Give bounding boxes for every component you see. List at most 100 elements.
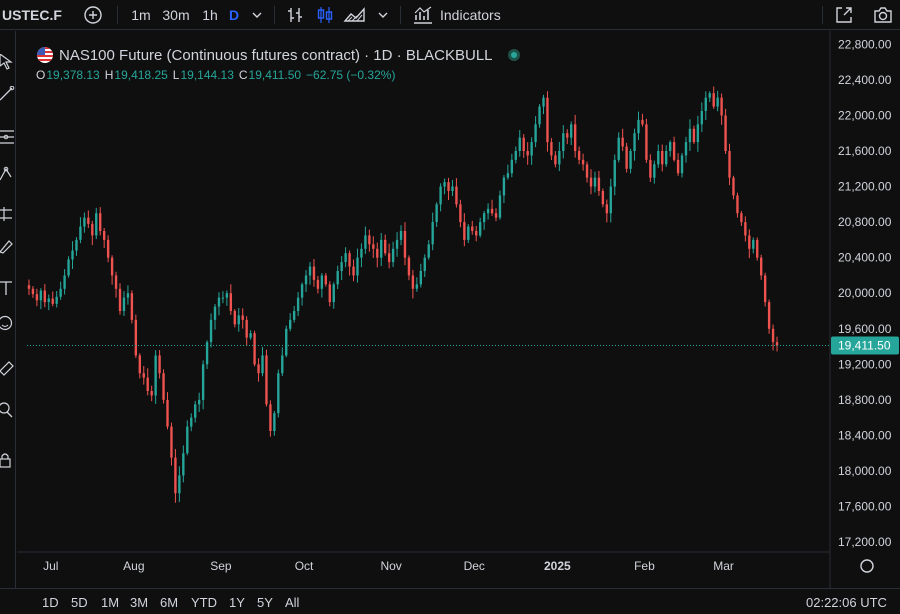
interval-30m-button[interactable]: 30m (160, 0, 192, 30)
range-6m-button[interactable]: 6M (160, 589, 178, 614)
candle-body (277, 373, 280, 414)
range-1y-button[interactable]: 1Y (229, 589, 245, 614)
open-label: O (36, 68, 46, 82)
text-tool-button[interactable] (0, 277, 16, 299)
interval-dropdown-button[interactable] (248, 0, 266, 30)
candle-body (387, 253, 391, 263)
candle-body (775, 342, 779, 346)
interval-1m-button[interactable]: 1m (128, 0, 154, 30)
candle-body (478, 222, 482, 236)
price-tick-label: 22,400.00 (838, 73, 892, 87)
lock-tool-button[interactable] (0, 449, 16, 471)
symbol-search-button[interactable]: USTEC.F (2, 0, 62, 30)
range-5d-button[interactable]: 5D (71, 589, 88, 614)
last-price-tag-label: 19,411.50 (838, 339, 891, 353)
price-tick-label: 19,200.00 (838, 357, 892, 371)
price-tick-label: 17,600.00 (838, 500, 892, 514)
candle-body (237, 315, 240, 325)
candle-body (364, 235, 367, 249)
range-5y-button[interactable]: 5Y (257, 589, 273, 614)
forecast-icon (0, 207, 12, 221)
price-tick-label: 17,200.00 (838, 535, 892, 549)
open-value: 19,378.13 (46, 68, 100, 82)
market-status-icon[interactable] (507, 48, 521, 62)
candle-body (763, 275, 767, 303)
fib-tool-button[interactable] (0, 126, 16, 148)
candle-body (585, 164, 589, 178)
candles-style-button[interactable] (313, 0, 337, 30)
candle-body (253, 333, 256, 365)
zoom-icon (0, 402, 13, 418)
candle-body (122, 297, 126, 311)
interval-d-button[interactable]: D (226, 0, 242, 30)
candle-body (118, 288, 122, 311)
candle-body (63, 275, 66, 289)
indicators-button[interactable]: Indicators (412, 0, 512, 30)
icons-tool-button[interactable] (0, 312, 16, 334)
bars-style-button[interactable] (283, 0, 307, 30)
candle-body (225, 293, 229, 298)
share-button[interactable] (832, 0, 856, 30)
candle-body (261, 355, 264, 374)
zoom-tool-button[interactable] (0, 399, 16, 421)
candle-body (154, 355, 157, 396)
time-tick-label: Oct (295, 559, 314, 573)
range-3m-button[interactable]: 3M (130, 589, 148, 614)
price-tick-label: 19,600.00 (838, 322, 892, 336)
candle-body (352, 266, 355, 276)
candle-body (609, 186, 612, 214)
candle-body (300, 284, 304, 298)
candle-body (415, 284, 419, 289)
time-tick-label: Dec (464, 559, 485, 573)
candle-body (328, 284, 331, 303)
candlestick-style-icon (317, 7, 333, 23)
cursor-tool-button[interactable] (0, 51, 16, 73)
pattern-icon (0, 166, 12, 181)
candle-body (316, 279, 320, 289)
chart-settings-button[interactable] (860, 559, 874, 573)
candle-body (744, 222, 747, 236)
candle-body (289, 319, 292, 329)
candle-body (134, 319, 138, 356)
range-1m-button[interactable]: 1M (101, 589, 119, 614)
range-ytd-button[interactable]: YTD (191, 589, 217, 614)
candle-body (463, 222, 466, 240)
time-scale[interactable]: Jul Aug Sep Oct Nov Dec 2025 Feb Mar (17, 551, 830, 573)
timezone-clock[interactable]: 02:22:06 UTC (806, 589, 887, 614)
legend-title[interactable]: NAS100 Future (Continuous futures contra… (59, 47, 493, 64)
range-1d-button[interactable]: 1D (42, 589, 59, 614)
candle-body (629, 151, 632, 169)
measure-tool-button[interactable] (0, 358, 16, 380)
price-chart[interactable]: 22,800.00 22,400.00 22,000.00 21,600.00 21,2… (17, 31, 900, 588)
candle-body (229, 293, 233, 311)
chart-legend: NAS100 Future (Continuous futures contra… (36, 44, 521, 83)
candle-body (166, 399, 169, 427)
pattern-tool-button[interactable] (0, 163, 16, 185)
range-all-button[interactable]: All (285, 589, 299, 614)
trendline-tool-button[interactable] (0, 83, 16, 105)
screenshot-button[interactable] (870, 0, 896, 30)
forecast-tool-button[interactable] (0, 203, 16, 225)
indicators-icon (414, 6, 432, 24)
gear-icon (860, 559, 874, 573)
compare-symbol-button[interactable] (80, 0, 106, 30)
candle-body (740, 213, 743, 223)
candle-body (451, 186, 454, 191)
candle-body (31, 288, 35, 295)
candle-body (593, 177, 597, 187)
candle-body (550, 142, 553, 156)
indicators-label: Indicators (440, 7, 501, 23)
chart-style-dropdown-button[interactable] (374, 0, 392, 30)
range-all-label: All (285, 594, 300, 610)
candle-body (296, 297, 300, 311)
price-scale[interactable]: 22,800.00 22,400.00 22,000.00 21,600.00 21,2… (829, 31, 892, 588)
candle-body (542, 97, 545, 107)
candle-body (106, 239, 110, 258)
candle-body (680, 155, 684, 174)
interval-1h-button[interactable]: 1h (198, 0, 222, 30)
candle-body (455, 186, 458, 205)
area-style-button[interactable] (342, 0, 368, 30)
candle-body (736, 195, 739, 214)
low-label: L (172, 68, 180, 82)
brush-tool-button[interactable] (0, 235, 16, 257)
